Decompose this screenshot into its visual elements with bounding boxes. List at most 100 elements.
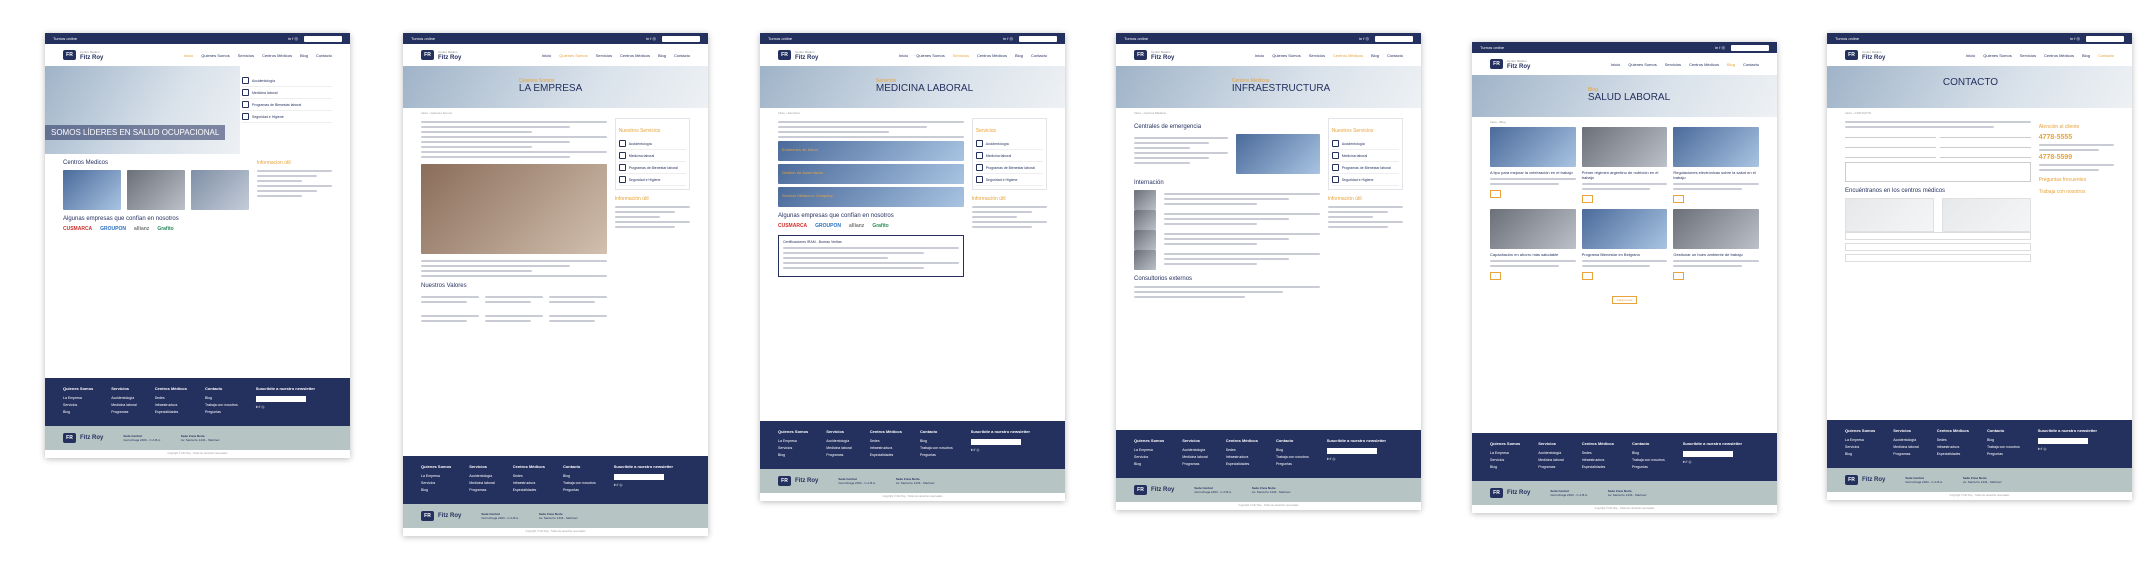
footer-link[interactable]: Infraestructura bbox=[1582, 458, 1614, 462]
footer-link[interactable]: Blog bbox=[421, 488, 451, 492]
footer-link[interactable]: La Empresa bbox=[778, 439, 808, 443]
load-more-button[interactable]: Cargar más bbox=[1611, 296, 1638, 304]
search-input[interactable] bbox=[304, 35, 342, 42]
nav-item-5[interactable]: Contacto bbox=[674, 53, 690, 58]
nav-item-3[interactable]: Centros Médicos bbox=[2044, 53, 2074, 58]
footer-link[interactable]: Sedes bbox=[155, 396, 187, 400]
blog-title[interactable]: Gestionar un buen ambiente de trabajo bbox=[1673, 252, 1759, 257]
blog-card[interactable]: Primer régimen argentino de nutrición en… bbox=[1581, 127, 1668, 203]
nav-item-2[interactable]: Servicios bbox=[1309, 53, 1325, 58]
sidebar-service-item[interactable]: Medicina laboral bbox=[1331, 150, 1399, 162]
footer-link[interactable]: Preguntas bbox=[1632, 465, 1665, 469]
footer-social-icons[interactable]: in f ◎ bbox=[1327, 457, 1386, 461]
nav-item-3[interactable]: Centros Médicos bbox=[262, 53, 292, 58]
read-more-button[interactable]: › bbox=[1581, 195, 1593, 203]
footer-link[interactable]: Infraestructura bbox=[870, 446, 902, 450]
footer-link[interactable]: Especialidades bbox=[1582, 465, 1614, 469]
footer-link[interactable]: Programas bbox=[1538, 465, 1564, 469]
site-logo[interactable]: FR Centro Médico Fitz Roy bbox=[63, 49, 103, 61]
phone-primary[interactable]: 4778-5555 bbox=[2039, 134, 2114, 141]
breadcrumb[interactable]: Inicio › Centros Médicos bbox=[1116, 108, 1421, 118]
footer-link[interactable]: Sedes bbox=[513, 474, 545, 478]
nav-item-0[interactable]: Inicio bbox=[1966, 53, 1975, 58]
nav-item-5[interactable]: Contacto bbox=[2098, 53, 2114, 58]
accordion-item[interactable] bbox=[1845, 243, 2031, 251]
nav-item-5[interactable]: Contacto bbox=[1387, 53, 1403, 58]
accordion-item[interactable] bbox=[1845, 254, 2031, 262]
footer-link[interactable]: Blog bbox=[1490, 465, 1520, 469]
form-field[interactable] bbox=[1939, 142, 2031, 148]
nav-item-2[interactable]: Servicios bbox=[1665, 62, 1681, 67]
sidebar-service-item[interactable]: Accidentología bbox=[975, 138, 1043, 150]
blog-card[interactable]: Regulaciones electrónicas sobre la salud… bbox=[1673, 127, 1759, 203]
blog-title[interactable]: Regulaciones electrónicas sobre la salud… bbox=[1673, 170, 1759, 180]
footer-link[interactable]: Medicina laboral bbox=[1893, 445, 1919, 449]
nav-item-4[interactable]: Blog bbox=[2082, 53, 2090, 58]
service-tile[interactable]: Gestión de Ausentismo bbox=[778, 164, 964, 184]
home-service-item[interactable]: Accidentología bbox=[242, 75, 332, 87]
site-logo[interactable]: FR Centro Médico Fitz Roy bbox=[1134, 49, 1174, 61]
sidebar-service-item[interactable]: Programas de Bienestar laboral bbox=[618, 162, 686, 174]
centro-photo[interactable] bbox=[63, 170, 121, 210]
read-more-button[interactable]: › bbox=[1581, 272, 1593, 280]
footer-link[interactable]: Medicina laboral bbox=[826, 446, 852, 450]
sidebar-service-item[interactable]: Programas de Bienestar laboral bbox=[1331, 162, 1399, 174]
topbar-turnos-link[interactable]: Turnos online bbox=[768, 36, 792, 41]
blog-title[interactable]: A tipo para mejorar la celebración en el… bbox=[1490, 170, 1576, 175]
nav-item-4[interactable]: Blog bbox=[300, 53, 308, 58]
footer-link[interactable]: Blog bbox=[563, 474, 596, 478]
footer-link[interactable]: La Empresa bbox=[421, 474, 451, 478]
footer-social-icons[interactable]: in f ◎ bbox=[2038, 447, 2097, 451]
sidebar-service-item[interactable]: Seguridad e Higiene bbox=[1331, 174, 1399, 186]
nav-item-1[interactable]: Quienes Somos bbox=[1983, 53, 2011, 58]
footer-link[interactable]: Programas bbox=[1182, 462, 1208, 466]
search-input[interactable] bbox=[1019, 35, 1057, 42]
form-field[interactable] bbox=[1845, 142, 1936, 148]
footer-link[interactable]: Servicios bbox=[1134, 455, 1164, 459]
site-logo[interactable]: FR Centro Médico Fitz Roy bbox=[1490, 58, 1530, 70]
nav-item-5[interactable]: Contacto bbox=[316, 53, 332, 58]
footer-social-icons[interactable]: in f ◎ bbox=[256, 405, 315, 409]
map-norte[interactable] bbox=[1941, 198, 2031, 232]
footer-link[interactable]: Infraestructura bbox=[1937, 445, 1969, 449]
nav-item-4[interactable]: Blog bbox=[1371, 53, 1379, 58]
search-input[interactable] bbox=[662, 35, 700, 42]
footer-link[interactable]: Especialidades bbox=[1226, 462, 1258, 466]
sidebar-service-item[interactable]: Accidentología bbox=[618, 138, 686, 150]
sidebar-service-item[interactable]: Programas de Bienestar laboral bbox=[975, 162, 1043, 174]
footer-link[interactable]: Sedes bbox=[1226, 448, 1258, 452]
nav-item-0[interactable]: Inicio bbox=[899, 53, 908, 58]
nav-item-4[interactable]: Blog bbox=[1727, 62, 1735, 67]
footer-link[interactable]: Preguntas bbox=[1276, 462, 1309, 466]
social-icons[interactable]: in f ◎ bbox=[1715, 45, 1725, 50]
nav-item-5[interactable]: Contacto bbox=[1743, 62, 1759, 67]
social-icons[interactable]: in f ◎ bbox=[2070, 36, 2080, 41]
nav-item-5[interactable]: Contacto bbox=[1031, 53, 1047, 58]
newsletter-input[interactable] bbox=[1682, 451, 1733, 457]
footer-link[interactable]: Blog bbox=[1134, 462, 1164, 466]
social-icons[interactable]: in f ◎ bbox=[288, 36, 298, 41]
nav-item-3[interactable]: Centros Médicos bbox=[1333, 53, 1363, 58]
nav-item-3[interactable]: Centros Médicos bbox=[977, 53, 1007, 58]
work-link[interactable]: Trabaja con nosotros bbox=[2039, 189, 2114, 195]
footer-link[interactable]: Infraestructura bbox=[513, 481, 545, 485]
footer-link[interactable]: Accidentología bbox=[1893, 438, 1919, 442]
footer-link[interactable]: La Empresa bbox=[1845, 438, 1875, 442]
read-more-button[interactable]: › bbox=[1490, 272, 1501, 280]
footer-link[interactable]: La Empresa bbox=[1490, 451, 1520, 455]
centro-photo[interactable] bbox=[190, 170, 249, 210]
nav-item-1[interactable]: Quienes Somos bbox=[916, 53, 944, 58]
footer-link[interactable]: Especialidades bbox=[155, 410, 187, 414]
footer-link[interactable]: Trabaja con nosotros bbox=[205, 403, 238, 407]
blog-card[interactable]: Programa Bienestar en Belgrano › bbox=[1581, 209, 1668, 280]
faq-link[interactable]: Preguntas frecuentes bbox=[2039, 177, 2114, 183]
service-tile[interactable]: Servicio Médico in Company bbox=[778, 187, 964, 207]
footer-link[interactable]: Blog bbox=[205, 396, 238, 400]
nav-item-1[interactable]: Quienes Somos bbox=[1272, 53, 1300, 58]
nav-item-3[interactable]: Centros Médicos bbox=[1689, 62, 1719, 67]
footer-link[interactable]: Programas bbox=[826, 453, 852, 457]
footer-link[interactable]: Servicios bbox=[1490, 458, 1520, 462]
search-input[interactable] bbox=[1731, 44, 1769, 51]
sidebar-service-item[interactable]: Seguridad e Higiene bbox=[975, 174, 1043, 186]
footer-link[interactable]: Accidentología bbox=[469, 474, 495, 478]
